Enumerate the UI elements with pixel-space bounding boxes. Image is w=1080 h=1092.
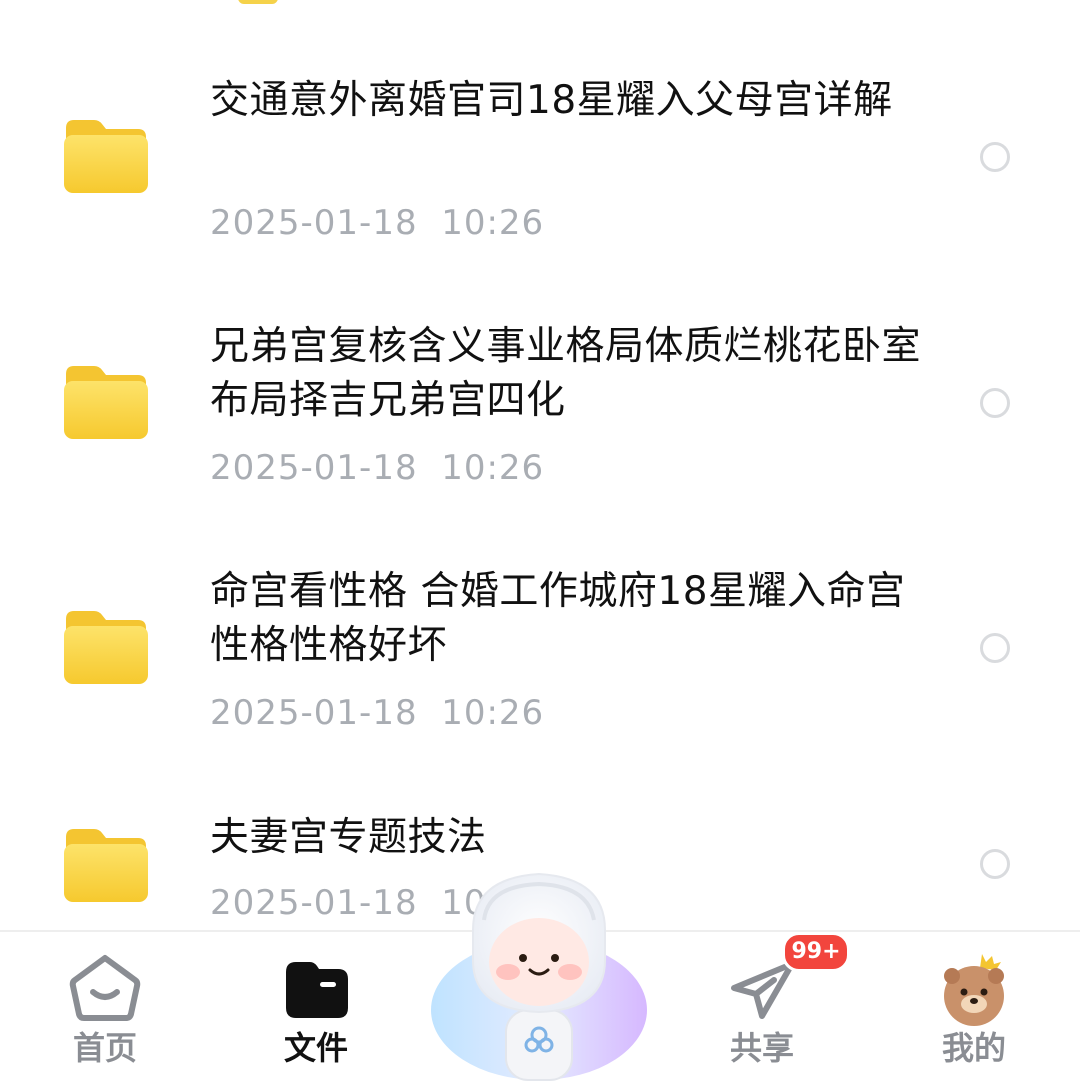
folder-icon xyxy=(64,829,148,902)
file-name: 夫妻宫专题技法 xyxy=(210,815,487,860)
folder-icon xyxy=(64,120,148,193)
home-icon xyxy=(69,955,141,1021)
tab-home-label: 首页 xyxy=(72,1029,137,1067)
mascot-assistant-button[interactable] xyxy=(428,860,650,1092)
select-radio[interactable] xyxy=(980,849,1010,879)
tab-home[interactable]: 首页 xyxy=(25,932,185,1092)
share-notification-badge: 99+ xyxy=(782,932,850,972)
file-name: 兄弟宫复核含义事业格局体质烂桃花卧室布局择吉兄弟宫四化 xyxy=(210,324,922,423)
avatar-icon xyxy=(944,954,1004,1026)
tab-share-label: 共享 xyxy=(729,1029,794,1067)
folder-icon xyxy=(64,611,148,684)
select-radio[interactable] xyxy=(980,388,1010,418)
file-list-screen: 交通意外离婚官司18星耀入父母宫详解 2025-01-18 10:26 兄弟宫复… xyxy=(0,0,1080,1092)
list-item[interactable]: 兄弟宫复核含义事业格局体质烂桃花卧室布局择吉兄弟宫四化 2025-01-18 1… xyxy=(0,270,1080,515)
file-name: 命宫看性格 合婚工作城府18星耀入命宫性格性格好坏 xyxy=(210,569,906,668)
tab-mine-label: 我的 xyxy=(941,1029,1006,1067)
tab-mine[interactable]: 我的 xyxy=(894,932,1054,1092)
file-name: 交通意外离婚官司18星耀入父母宫详解 xyxy=(210,78,893,123)
file-timestamp: 2025-01-18 10:26 xyxy=(210,693,545,733)
file-timestamp: 2025-01-18 10:26 xyxy=(210,448,545,488)
file-list: 交通意外离婚官司18星耀入父母宫详解 2025-01-18 10:26 兄弟宫复… xyxy=(0,0,1080,930)
tab-files[interactable]: 文件 xyxy=(236,932,396,1092)
select-radio[interactable] xyxy=(980,142,1010,172)
list-item[interactable]: 交通意外离婚官司18星耀入父母宫详解 2025-01-18 10:26 xyxy=(0,0,1080,270)
select-radio[interactable] xyxy=(980,633,1010,663)
folder-icon xyxy=(286,962,348,1018)
folder-icon xyxy=(64,366,148,439)
file-timestamp: 2025-01-18 10:26 xyxy=(210,203,545,243)
tab-files-label: 文件 xyxy=(283,1029,348,1067)
list-item[interactable]: 命宫看性格 合婚工作城府18星耀入命宫性格性格好坏 2025-01-18 10:… xyxy=(0,515,1080,765)
